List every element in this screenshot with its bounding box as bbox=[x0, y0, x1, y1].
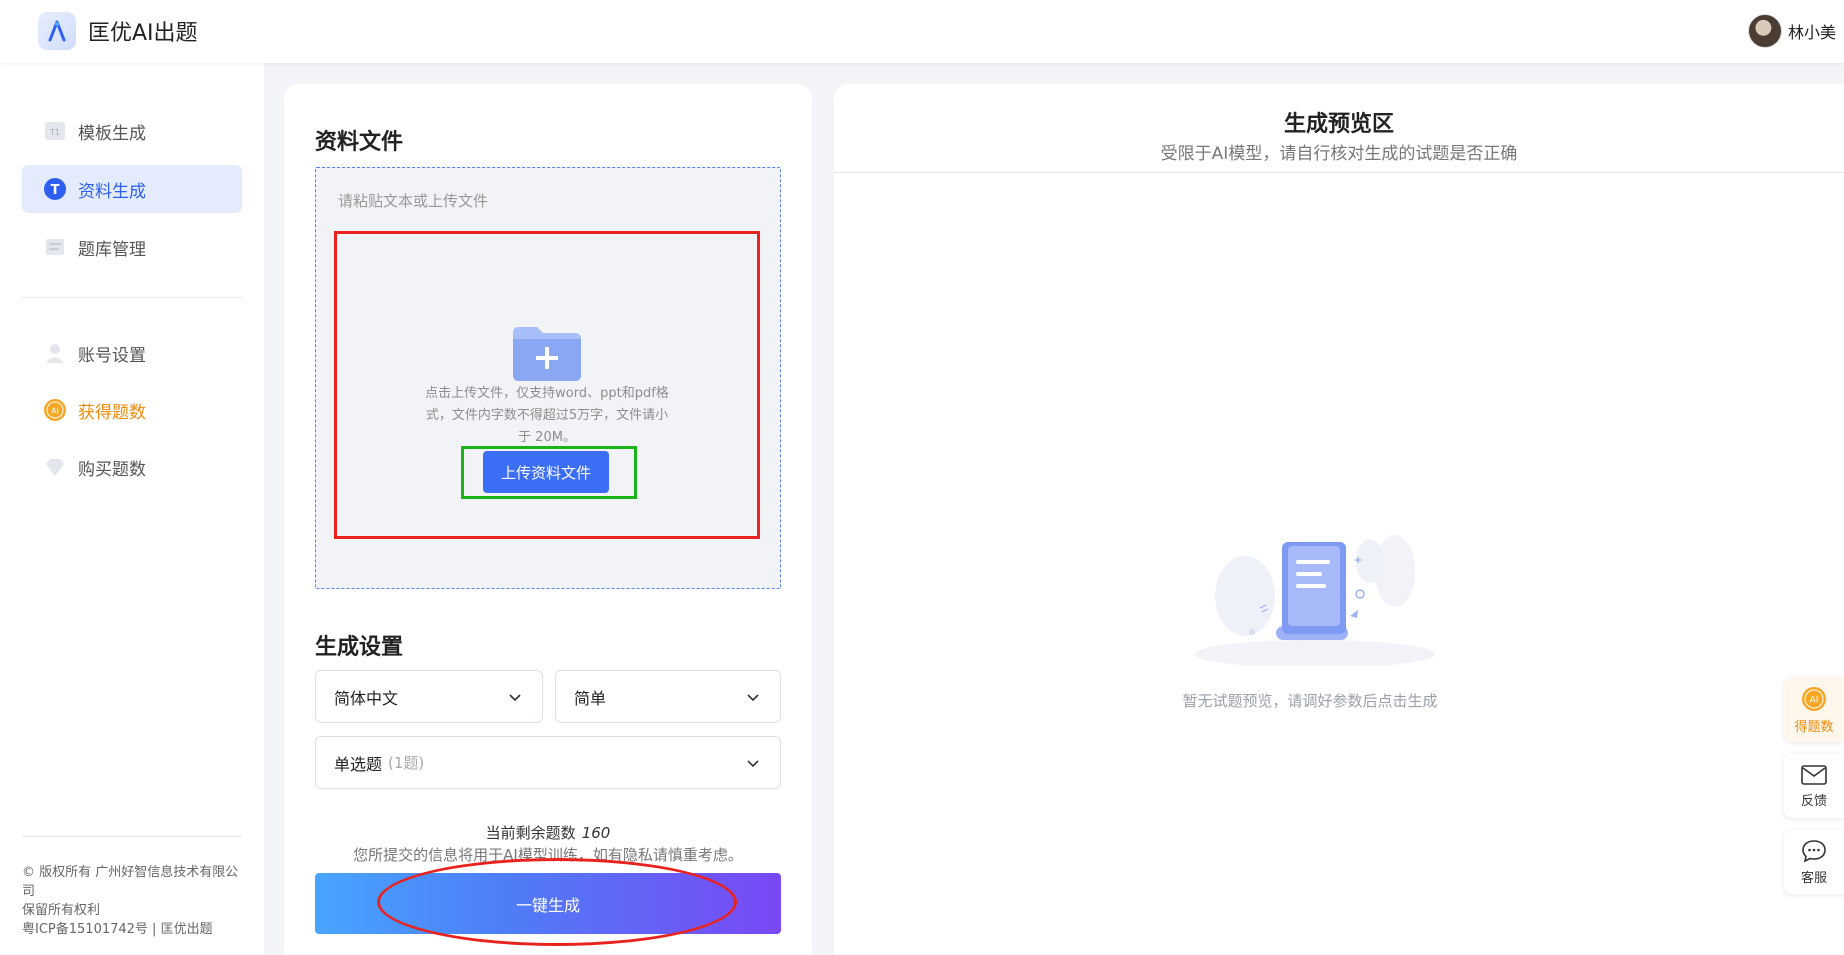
material-section-title: 资料文件 bbox=[315, 130, 404, 155]
chat-icon bbox=[1802, 839, 1826, 862]
quota-value: 160 bbox=[581, 824, 611, 842]
folder-add-icon bbox=[511, 325, 583, 381]
app-logo-icon bbox=[38, 12, 76, 50]
chevron-down-icon bbox=[747, 694, 759, 702]
question-bank-icon bbox=[44, 236, 66, 258]
sidebar-item-label: 获得题数 bbox=[78, 402, 146, 423]
app-title: 匡优AI出题 bbox=[88, 21, 198, 46]
material-icon: T bbox=[44, 178, 66, 200]
avatar bbox=[1747, 14, 1782, 48]
settings-section-title: 生成设置 bbox=[315, 635, 404, 660]
svg-text:T: T bbox=[51, 183, 60, 198]
diamond-icon bbox=[44, 456, 66, 478]
remaining-quota: 当前剩余题数 160 bbox=[315, 822, 781, 843]
upload-dropzone[interactable]: 请粘贴文本或上传文件 点击上传文件，仅支持word、ppt和pdf格式，文件内字… bbox=[315, 167, 781, 589]
upload-file-button[interactable]: 上传资料文件 bbox=[483, 451, 609, 493]
mail-icon bbox=[1801, 764, 1827, 785]
language-value: 简体中文 bbox=[334, 688, 399, 708]
svg-text:AI: AI bbox=[51, 407, 59, 416]
sidebar-item-label: 题库管理 bbox=[78, 239, 146, 260]
difficulty-select[interactable]: 简单 bbox=[555, 670, 781, 723]
difficulty-value: 简单 bbox=[574, 688, 607, 708]
preview-card: 生成预览区 受限于AI模型，请自行核对生成的试题是否正确 暂无试题预览，请调好参… bbox=[834, 84, 1844, 955]
float-get-points-button[interactable]: AI 得题数 bbox=[1784, 678, 1844, 742]
float-support-button[interactable]: 客服 bbox=[1784, 830, 1844, 894]
sidebar-item-label: 账号设置 bbox=[78, 345, 146, 366]
user-name: 林小美 bbox=[1787, 23, 1836, 42]
question-count: (1题) bbox=[388, 754, 425, 772]
brand[interactable]: 匡优AI出题 bbox=[38, 12, 198, 50]
question-type-value: 单选题 bbox=[334, 754, 383, 774]
rights-line: 保留所有权利 bbox=[22, 903, 101, 918]
generate-button[interactable]: 一键生成 bbox=[315, 873, 781, 934]
sidebar-item-buy-points[interactable]: 购买题数 bbox=[22, 443, 242, 491]
empty-preview-text: 暂无试题预览，请调好参数后点击生成 bbox=[1182, 692, 1438, 710]
sidebar-item-get-points[interactable]: AI 获得题数 bbox=[22, 386, 242, 434]
sidebar-item-question-bank[interactable]: 题库管理 bbox=[22, 223, 242, 271]
sidebar-divider bbox=[22, 297, 242, 298]
question-type-select[interactable]: 单选题 (1题) bbox=[315, 736, 781, 789]
sidebar-item-label: 模板生成 bbox=[78, 123, 146, 144]
copyright-footer: © 版权所有 广州好智信息技术有限公司 保留所有权利 粤ICP备15101742… bbox=[22, 863, 242, 939]
float-label: 反馈 bbox=[1800, 793, 1827, 809]
ai-coin-icon: AI bbox=[44, 399, 66, 421]
empty-document-illustration bbox=[1190, 516, 1440, 668]
paste-text-input[interactable]: 请粘贴文本或上传文件 bbox=[338, 190, 488, 211]
material-card: 资料文件 请粘贴文本或上传文件 点击上传文件，仅支持word、ppt和pdf格式… bbox=[284, 84, 812, 955]
float-label: 得题数 bbox=[1794, 719, 1834, 735]
quota-label: 当前剩余题数 bbox=[485, 824, 576, 842]
preview-divider bbox=[834, 172, 1844, 173]
sidebar-item-material[interactable]: T 资料生成 bbox=[22, 165, 242, 213]
copyright-line: © 版权所有 广州好智信息技术有限公司 bbox=[22, 865, 239, 899]
top-header: 匡优AI出题 林小美 bbox=[0, 0, 1844, 63]
svg-text:AI: AI bbox=[1810, 695, 1819, 705]
privacy-note: 您所提交的信息将用于AI模型训练，如有隐私请慎重考虑。 bbox=[353, 846, 743, 864]
sidebar: T1 模板生成 T 资料生成 题库管理 账号设置 AI 获得题数 购买题数 © … bbox=[0, 63, 264, 955]
float-label: 客服 bbox=[1800, 870, 1827, 886]
sidebar-divider bbox=[22, 836, 242, 837]
preview-subtitle: 受限于AI模型，请自行核对生成的试题是否正确 bbox=[1160, 144, 1518, 164]
template-icon: T1 bbox=[44, 120, 66, 142]
user-icon bbox=[44, 342, 66, 364]
preview-title: 生成预览区 bbox=[1283, 112, 1394, 137]
ai-coin-icon: AI bbox=[1802, 686, 1826, 711]
svg-text:T1: T1 bbox=[49, 128, 60, 137]
icp-line[interactable]: 粤ICP备15101742号 | 匡优出题 bbox=[22, 920, 242, 939]
sidebar-item-label: 购买题数 bbox=[78, 459, 146, 480]
upload-description: 点击上传文件，仅支持word、ppt和pdf格式，文件内字数不得超过5万字，文件… bbox=[425, 386, 669, 445]
sidebar-item-template[interactable]: T1 模板生成 bbox=[22, 107, 242, 155]
language-select[interactable]: 简体中文 bbox=[315, 670, 543, 723]
user-menu[interactable]: 林小美 bbox=[1747, 14, 1836, 48]
chevron-down-icon bbox=[509, 694, 521, 702]
float-feedback-button[interactable]: 反馈 bbox=[1784, 754, 1844, 818]
sidebar-item-account[interactable]: 账号设置 bbox=[22, 329, 242, 377]
sidebar-item-label: 资料生成 bbox=[78, 181, 146, 202]
chevron-down-icon bbox=[747, 760, 759, 768]
